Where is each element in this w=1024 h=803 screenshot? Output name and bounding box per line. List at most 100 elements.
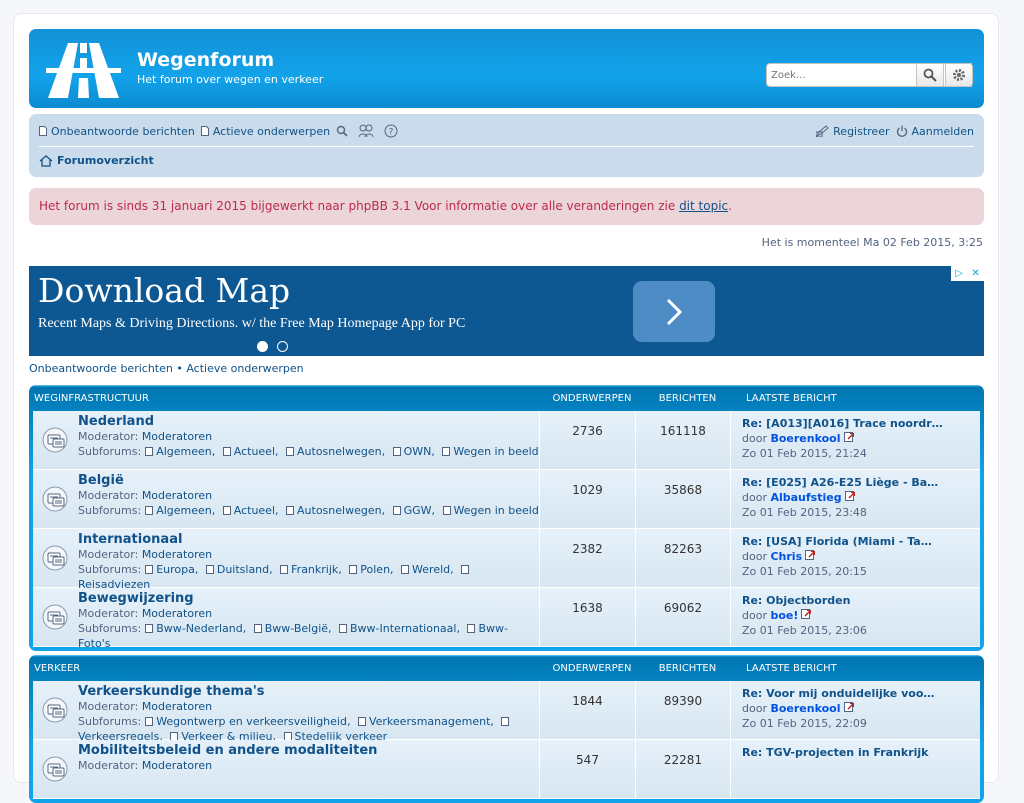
last-post-date: Zo 01 Feb 2015, 23:48 [742,506,867,519]
subforum-link[interactable]: Actueel, [219,445,279,458]
ad-subtitle[interactable]: Recent Maps & Driving Directions. w/ the… [38,316,465,332]
last-post: Re: TGV-projecten in Frankrijk [730,740,928,798]
subforum-link[interactable]: Actueel, [219,504,279,517]
view-latest-post-icon[interactable] [844,491,856,502]
category-title[interactable]: VERKEER [34,663,80,674]
subforum-link[interactable]: Autosnelwegen, [282,504,385,517]
moderators-link[interactable]: Moderatoren [142,430,212,443]
topics-count: 1029 [539,470,635,528]
search-nav-link[interactable] [336,125,352,137]
view-latest-post-icon[interactable] [805,550,816,561]
last-post-title-link[interactable]: Re: Objectborden [742,594,850,607]
forum-title-link[interactable]: Verkeerskundige thema's [78,684,265,699]
gear-icon [953,69,965,81]
subforum-link[interactable]: Frankrijk, [276,563,342,576]
subforum-link[interactable]: Wereld, [397,563,454,576]
forum-read-icon [42,756,67,781]
moderators-link[interactable]: Moderatoren [142,759,212,772]
last-post-title-link[interactable]: Re: [A013][A016] Trace noordr… [742,417,943,430]
subforum-link[interactable]: OWN, [389,445,435,458]
search-button[interactable] [916,63,944,87]
subforum-link[interactable]: Algemeen, [141,504,215,517]
forum-read-icon [42,486,67,511]
subforum-link[interactable]: Wegen in beeld [439,504,539,517]
active-topics-link[interactable]: Actieve onderwerpen [200,125,330,138]
moderators-link[interactable]: Moderatoren [142,548,212,561]
search-input[interactable] [767,64,915,86]
ad-title[interactable]: Download Map [38,271,290,310]
subforum-link[interactable]: Polen, [345,563,394,576]
moderators-link[interactable]: Moderatoren [142,700,212,713]
forum-title-link[interactable]: Mobiliteitsbeleid en andere modaliteiten [78,743,377,758]
last-post-title-link[interactable]: Re: Voor mij onduidelijke voo… [742,687,934,700]
breadcrumb-forum-index[interactable]: Forumoverzicht [39,154,154,167]
chevron-right-icon [666,298,683,325]
subforum-link[interactable]: Autosnelwegen, [282,445,385,458]
last-post-date: Zo 01 Feb 2015, 21:24 [742,447,867,460]
last-post-title-link[interactable]: Re: TGV-projecten in Frankrijk [742,746,928,759]
forum-row: Nederland Moderator: Moderatoren Subforums… [33,411,980,470]
unanswered-link[interactable]: Onbeantwoorde berichten [39,125,195,138]
posts-count: 82263 [635,529,730,587]
last-post-author-link[interactable]: Chris [770,550,802,563]
last-post-title-link[interactable]: Re: [E025] A26-E25 Liège - Ba… [742,476,938,489]
posts-column-header: BERICHTEN [658,662,717,674]
adchoices-icon[interactable]: ▷ [955,268,963,279]
last-post-author-link[interactable]: Albaufstieg [770,491,841,504]
last-post-author-link[interactable]: boe! [770,609,798,622]
subforum-link[interactable]: Algemeen, [141,445,215,458]
subforums-label: Subforums: [78,622,142,635]
last-post: Re: [E025] A26-E25 Liège - Ba… door Albau… [730,470,938,528]
forum-title-link[interactable]: Internationaal [78,532,182,547]
subforum-icon [253,624,262,633]
quick-active-link[interactable]: Actieve onderwerpen [186,362,303,375]
quick-unanswered-link[interactable]: Onbeantwoorde berichten [29,362,173,375]
home-icon [39,154,53,167]
subforum-name: Algemeen, [156,504,216,517]
subforum-icon [145,565,154,574]
carousel-dot-active[interactable] [257,341,268,352]
last-post-author-link[interactable]: Boerenkool [770,702,840,715]
moderators-link[interactable]: Moderatoren [142,489,212,502]
subforum-link[interactable]: Bww-Nederland, [141,622,246,635]
subforum-link[interactable]: Europa, [141,563,198,576]
register-link[interactable]: Registreer [816,125,890,138]
subforum-link[interactable]: Bww-België, [250,622,332,635]
subforum-link[interactable]: Bww-Internationaal, [335,622,460,635]
subforum-link[interactable]: Verkeersmanagement, [354,715,494,728]
subforum-name: Bww-België, [264,622,332,635]
site-title[interactable]: Wegenforum [137,49,274,71]
ad-choices[interactable]: ▷ ✕ [951,266,984,281]
forum-title-link[interactable]: België [78,473,124,488]
ad-next-button[interactable] [633,281,715,342]
last-post: Re: [A013][A016] Trace noordr… door Boere… [730,411,943,469]
highway-logo-icon[interactable] [46,41,121,99]
last-post-date: Zo 01 Feb 2015, 22:09 [742,717,867,730]
subforum-link[interactable]: Wegontwerp en verkeersveiligheid, [141,715,350,728]
advanced-search-button[interactable] [945,63,973,87]
advertisement-banner[interactable]: Download Map Recent Maps & Driving Direc… [29,266,984,356]
subforum-link[interactable]: Wegen in beeld [438,445,539,458]
subforum-link[interactable]: Duitsland, [202,563,273,576]
view-latest-post-icon[interactable] [801,609,812,620]
last-post-author-link[interactable]: Boerenkool [770,432,840,445]
forum-title-link[interactable]: Nederland [78,414,154,429]
subforum-link[interactable]: GGW, [389,504,435,517]
page-wrapper: Wegenforum Het forum over wegen en verke… [13,13,999,803]
last-post-title-link[interactable]: Re: [USA] Florida (Miami - Ta… [742,535,932,548]
close-icon[interactable]: ✕ [971,268,979,279]
carousel-dot[interactable] [277,341,288,352]
category-title[interactable]: WEGINFRASTRUCTUUR [34,393,149,404]
view-latest-post-icon[interactable] [843,432,855,443]
announcement-link[interactable]: dit topic [679,199,728,213]
view-latest-post-icon[interactable] [843,702,855,713]
subforum-icon [145,506,154,515]
login-link[interactable]: Aanmelden [896,125,974,138]
forum-row: Mobiliteitsbeleid en andere modaliteiten… [33,740,980,799]
members-link[interactable] [358,124,378,138]
subforum-name: Wereld, [412,563,454,576]
forum-title-link[interactable]: Bewegwijzering [78,591,194,606]
moderators-link[interactable]: Moderatoren [142,607,212,620]
faq-link[interactable]: ? [384,124,402,138]
topics-column-header: ONDERWERPEN [552,392,632,404]
